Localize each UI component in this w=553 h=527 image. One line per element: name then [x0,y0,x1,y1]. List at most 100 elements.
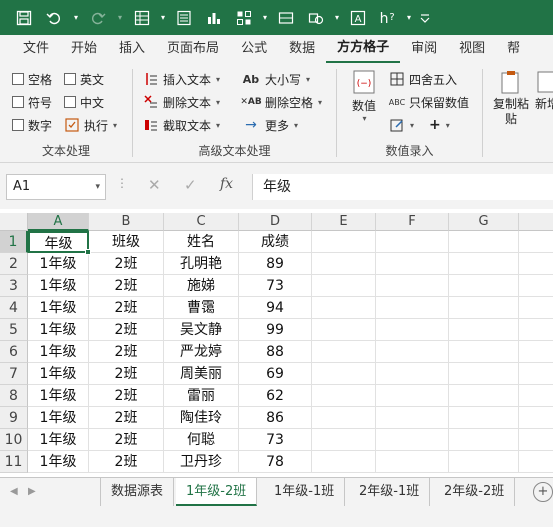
table-cell[interactable]: 89 [239,253,312,275]
empty-cell[interactable] [312,297,376,319]
add-sheet-icon[interactable]: + [533,482,553,502]
header-cell[interactable]: 班级 [89,231,164,253]
empty-cell[interactable] [376,385,449,407]
column-header-a[interactable]: A [28,213,89,231]
edit-value-button[interactable]: ▾ [389,115,414,135]
table-cell[interactable]: 88 [239,341,312,363]
empty-cell[interactable] [312,363,376,385]
empty-cell[interactable] [376,319,449,341]
column-header-g[interactable]: G [449,213,519,231]
table-cell[interactable]: 周美丽 [164,363,239,385]
checkbox-box[interactable] [12,96,24,108]
grid-dropdown-icon[interactable]: ▾ [260,4,270,32]
empty-cell[interactable] [449,341,519,363]
checkbox-box[interactable] [12,119,24,131]
case-button[interactable]: Ab 大小写 ▾ [241,69,310,89]
empty-cell[interactable] [449,451,519,473]
table-cell[interactable]: 2班 [89,385,164,407]
table-cell[interactable]: 94 [239,297,312,319]
empty-cell[interactable] [376,275,449,297]
name-box[interactable]: A1 ▾ [6,174,106,200]
empty-cell[interactable] [519,429,553,451]
select-all-corner[interactable] [0,213,28,231]
sheet-tab-grade1-class1[interactable]: 1年级-1班 [264,478,346,506]
shapes-dropdown-icon[interactable]: ▾ [332,4,342,32]
empty-cell[interactable] [519,385,553,407]
empty-cell[interactable] [449,429,519,451]
empty-cell[interactable] [376,429,449,451]
row-header-4[interactable]: 4 [0,297,28,319]
tab-formulas[interactable]: 公式 [230,35,278,63]
empty-cell[interactable] [519,231,553,253]
copy-paste-button[interactable]: 复制粘贴 [491,69,531,127]
extract-text-button[interactable]: 截取文本 ▾ [143,115,220,135]
empty-cell[interactable] [519,253,553,275]
row-header-7[interactable]: 7 [0,363,28,385]
checkbox-number[interactable]: 数字 [12,115,52,135]
empty-cell[interactable] [519,341,553,363]
more-button[interactable]: → 更多 ▾ [241,115,298,135]
help-dropdown-icon[interactable]: ▾ [404,4,414,32]
cancel-icon[interactable]: ✕ [148,176,161,194]
row-header-6[interactable]: 6 [0,341,28,363]
empty-cell[interactable] [449,319,519,341]
row-header-9[interactable]: 9 [0,407,28,429]
fill-handle[interactable] [85,249,91,255]
empty-cell[interactable] [376,297,449,319]
table-cell[interactable]: 1年级 [28,253,89,275]
table-cell[interactable]: 1年级 [28,341,89,363]
tab-file[interactable]: 文件 [12,35,60,63]
table-cell[interactable]: 2班 [89,451,164,473]
table-cell[interactable]: 2班 [89,319,164,341]
table-cell[interactable]: 2班 [89,297,164,319]
empty-cell[interactable] [519,451,553,473]
sheet-tab-grade1-class2[interactable]: 1年级-2班 [176,478,258,506]
tab-page-layout[interactable]: 页面布局 [156,35,230,63]
table-cell[interactable]: 2班 [89,363,164,385]
header-cell[interactable]: 成绩 [239,231,312,253]
empty-cell[interactable] [376,363,449,385]
table-cell[interactable]: 73 [239,275,312,297]
table-cell[interactable]: 1年级 [28,451,89,473]
chart-icon[interactable] [200,4,228,32]
chevron-down-icon[interactable]: ▾ [95,175,100,199]
empty-cell[interactable] [449,385,519,407]
formula-input[interactable]: 年级 [252,174,553,200]
table-cell[interactable]: 1年级 [28,385,89,407]
table-dropdown-icon[interactable]: ▾ [158,4,168,32]
table-cell[interactable]: 69 [239,363,312,385]
column-header-f[interactable]: F [376,213,449,231]
empty-cell[interactable] [449,231,519,253]
table-cell[interactable]: 吴文静 [164,319,239,341]
grid-icon[interactable] [230,4,258,32]
table-cell[interactable]: 99 [239,319,312,341]
table-cell[interactable]: 曹霭 [164,297,239,319]
shapes-icon[interactable] [302,4,330,32]
scroll-right-icon[interactable]: ▶ [28,486,36,497]
empty-cell[interactable] [312,407,376,429]
function-icon[interactable]: fx [220,176,233,192]
insert-text-button[interactable]: 插入文本 ▾ [143,69,220,89]
checkbox-english[interactable]: 英文 [64,69,104,89]
table-cell[interactable]: 严龙婷 [164,341,239,363]
tab-help[interactable]: 帮 [496,35,531,63]
row-header-5[interactable]: 5 [0,319,28,341]
table-cell[interactable]: 78 [239,451,312,473]
row-header-11[interactable]: 11 [0,451,28,473]
table-cell[interactable]: 2班 [89,429,164,451]
table-cell[interactable]: 1年级 [28,363,89,385]
sheet-tab-source[interactable]: 数据源表 [101,478,175,506]
empty-cell[interactable] [376,407,449,429]
tab-insert[interactable]: 插入 [108,35,156,63]
row-header-1[interactable]: 1 [0,231,28,253]
empty-cell[interactable] [449,253,519,275]
tab-fangfang-gezi[interactable]: 方方格子 [326,35,401,63]
table-cell[interactable]: 73 [239,429,312,451]
empty-cell[interactable] [312,253,376,275]
table-cell[interactable]: 雷丽 [164,385,239,407]
empty-cell[interactable] [449,407,519,429]
table-cell[interactable]: 2班 [89,407,164,429]
empty-cell[interactable] [449,275,519,297]
empty-cell[interactable] [312,385,376,407]
value-button[interactable]: (−) 数值 ▾ [349,69,379,123]
